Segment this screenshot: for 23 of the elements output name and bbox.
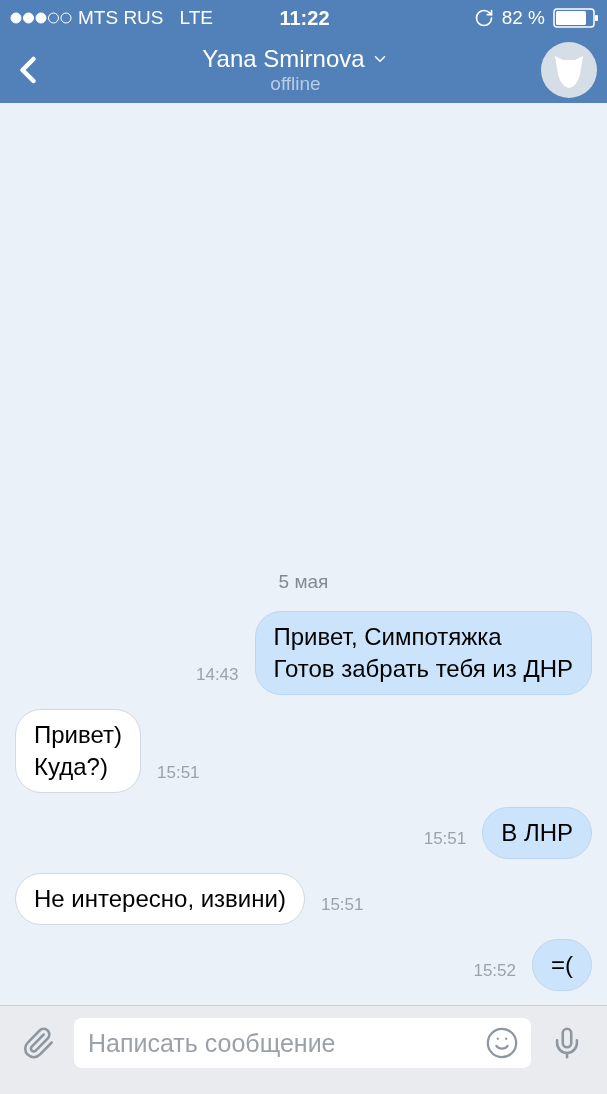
contact-name[interactable]: Yana Smirnova bbox=[202, 44, 365, 73]
outgoing-message: В ЛНР bbox=[482, 807, 592, 859]
date-separator: 5 мая bbox=[278, 571, 329, 593]
message-field[interactable]: Написать сообщение bbox=[74, 1018, 531, 1068]
carrier: MTS RUS bbox=[78, 7, 164, 29]
message-time: 15:51 bbox=[423, 829, 467, 849]
network-type: LTE bbox=[179, 7, 213, 29]
message-time: 15:51 bbox=[157, 763, 200, 783]
message-time: 14:43 bbox=[195, 665, 239, 685]
incoming-message: Не интересно, извини) bbox=[15, 873, 305, 925]
emoji-icon[interactable] bbox=[485, 1026, 519, 1060]
signal-icon bbox=[10, 12, 72, 24]
outgoing-message: Привет, Симпотяжка Готов забрать тебя из ДНР bbox=[254, 611, 592, 695]
message-time: 15:51 bbox=[320, 895, 364, 915]
incoming-message: Привет) Куда?) bbox=[15, 709, 142, 793]
clock: 11:22 bbox=[279, 6, 330, 30]
avatar[interactable] bbox=[541, 41, 597, 98]
battery-icon bbox=[553, 8, 599, 28]
battery-percent: 82 % bbox=[501, 7, 545, 29]
outgoing-message: =( bbox=[532, 939, 592, 991]
message-time: 15:52 bbox=[473, 961, 516, 981]
paperclip-icon[interactable] bbox=[21, 1026, 55, 1060]
contact-status: offline bbox=[270, 72, 321, 95]
